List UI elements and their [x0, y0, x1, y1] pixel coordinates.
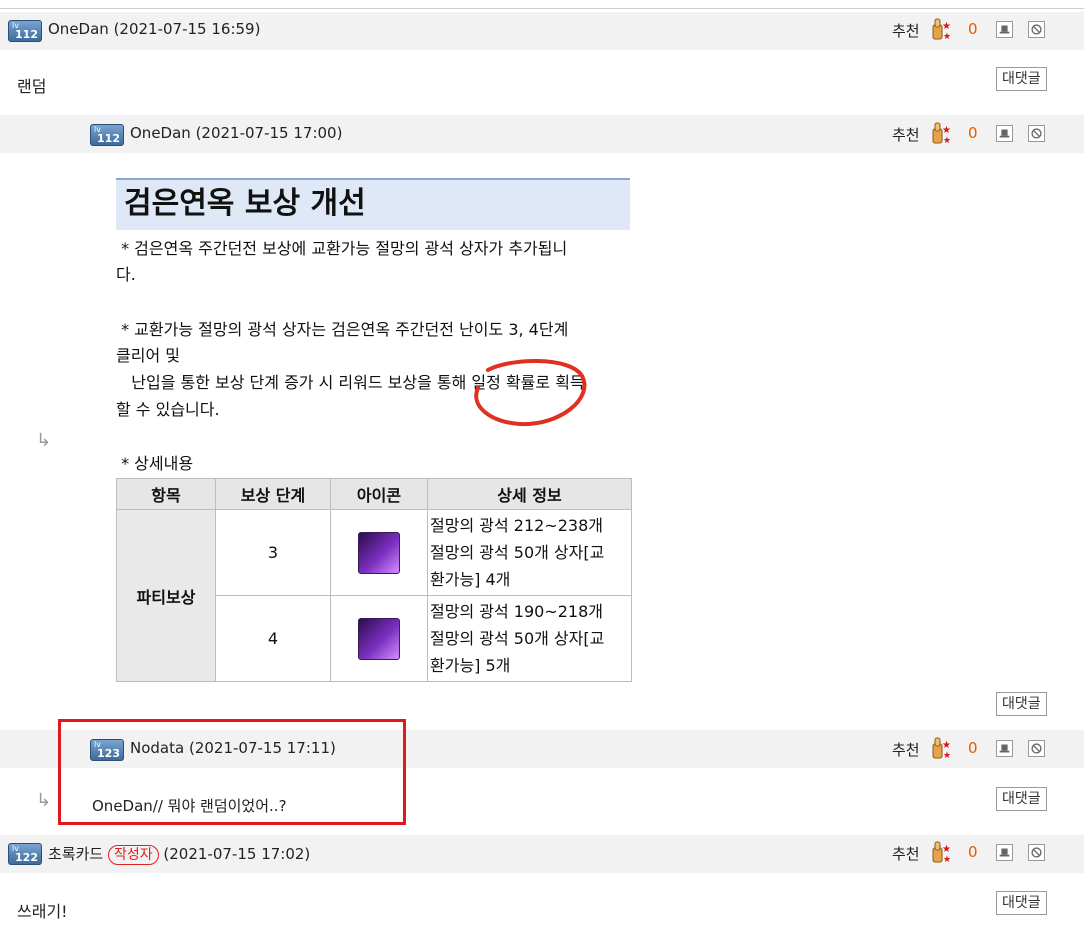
- svg-text:★: ★: [943, 136, 950, 145]
- author-name[interactable]: OneDan: [130, 124, 191, 142]
- svg-text:★: ★: [942, 125, 950, 136]
- table-cell: 절망의 광석 212~238개 절망의 광석 50개 상자[교 환가능] 4개: [427, 509, 632, 596]
- vote-count: 0: [968, 843, 978, 861]
- reply-button[interactable]: 대댓글: [996, 891, 1047, 915]
- vote-label: 추천: [892, 845, 920, 863]
- author-name[interactable]: 초록카드: [48, 845, 103, 863]
- reply-arrow-icon: ↳: [36, 430, 52, 451]
- reply-arrow-icon: ↳: [36, 790, 52, 811]
- author-badge: 작성자: [107, 845, 159, 865]
- top-divider: [0, 8, 1084, 9]
- reply-button[interactable]: 대댓글: [996, 67, 1047, 91]
- svg-text:★: ★: [943, 751, 950, 760]
- comment-meta: 초록카드 작성자 (2021-07-15 17:02): [48, 843, 310, 865]
- highlight-box: [58, 719, 406, 825]
- item-icon-cell: [330, 509, 428, 596]
- vote-label: 추천: [892, 126, 920, 144]
- level-icon: lv 112: [8, 20, 42, 42]
- reward-table: 항목 보상 단계 아이콘 상세 정보 파티보상 3 절망의 광석 212~238…: [116, 478, 632, 682]
- comment-body: 쓰래기!: [17, 902, 68, 921]
- item-icon-cell: [330, 595, 428, 682]
- svg-text:★: ★: [943, 855, 950, 864]
- comment-datetime: (2021-07-15 17:00): [195, 124, 343, 142]
- vote-label: 추천: [892, 741, 920, 759]
- hand-drawn-circle: [474, 358, 587, 427]
- table-header: 보상 단계: [215, 478, 331, 510]
- table-group-cell: 파티보상: [116, 509, 216, 682]
- block-icon[interactable]: [1028, 740, 1045, 757]
- thumbs-up-icon[interactable]: ★★: [930, 840, 950, 864]
- comment-datetime: (2021-07-15 16:59): [113, 20, 261, 38]
- block-icon[interactable]: [1028, 844, 1045, 861]
- svg-text:★: ★: [942, 740, 950, 751]
- level-icon: lv 112: [90, 124, 124, 146]
- block-icon[interactable]: [1028, 125, 1045, 142]
- table-row: 파티보상 3 절망의 광석 212~238개 절망의 광석 50개 상자[교 환…: [116, 509, 632, 682]
- vote-count: 0: [968, 739, 978, 757]
- table-header: 아이콘: [330, 478, 428, 510]
- thumbs-up-icon[interactable]: ★★: [930, 17, 950, 41]
- svg-text:★: ★: [942, 21, 950, 32]
- comment-meta: OneDan (2021-07-15 17:00): [130, 124, 342, 142]
- block-icon[interactable]: [1028, 21, 1045, 38]
- comment-body: 랜덤: [17, 77, 47, 96]
- thumbs-up-icon[interactable]: ★★: [930, 121, 950, 145]
- ore-box-icon: [358, 617, 400, 660]
- level-icon: lv 122: [8, 843, 42, 865]
- svg-text:★: ★: [942, 844, 950, 855]
- comment-meta: OneDan (2021-07-15 16:59): [48, 20, 260, 38]
- reply-button[interactable]: 대댓글: [996, 787, 1047, 811]
- vote-count: 0: [968, 20, 978, 38]
- report-icon[interactable]: [996, 125, 1013, 142]
- thumbs-up-icon[interactable]: ★★: [930, 736, 950, 760]
- notice-text: 할 수 있습니다.: [116, 400, 220, 419]
- report-icon[interactable]: [996, 740, 1013, 757]
- vote-count: 0: [968, 124, 978, 142]
- table-cell: 절망의 광석 190~218개 절망의 광석 50개 상자[교 환가능] 5개: [427, 595, 632, 682]
- notice-text: 클리어 및: [116, 346, 180, 365]
- vote-label: 추천: [892, 22, 920, 40]
- notice-image: 검은연옥 보상 개선 * 검은연옥 주간던전 보상에 교환가능 절망의 광석 상…: [116, 178, 632, 682]
- report-icon[interactable]: [996, 844, 1013, 861]
- table-cell: 4: [215, 595, 331, 682]
- ore-box-icon: [358, 531, 400, 574]
- table-header: 항목: [116, 478, 216, 510]
- notice-text: * 교환가능 절망의 광석 상자는 검은연옥 주간던전 난이도 3, 4단계: [116, 320, 569, 339]
- notice-title: 검은연옥 보상 개선: [116, 178, 630, 230]
- notice-text: * 검은연옥 주간던전 보상에 교환가능 절망의 광석 상자가 추가됩니: [116, 239, 568, 258]
- notice-detail-label: * 상세내용: [116, 454, 194, 473]
- author-name[interactable]: OneDan: [48, 20, 109, 38]
- svg-text:★: ★: [943, 32, 950, 41]
- table-header: 상세 정보: [427, 478, 632, 510]
- reply-button[interactable]: 대댓글: [996, 692, 1047, 716]
- report-icon[interactable]: [996, 21, 1013, 38]
- comment-datetime: (2021-07-15 17:02): [163, 845, 311, 863]
- table-cell: 3: [215, 509, 331, 596]
- notice-text: 다.: [116, 265, 136, 284]
